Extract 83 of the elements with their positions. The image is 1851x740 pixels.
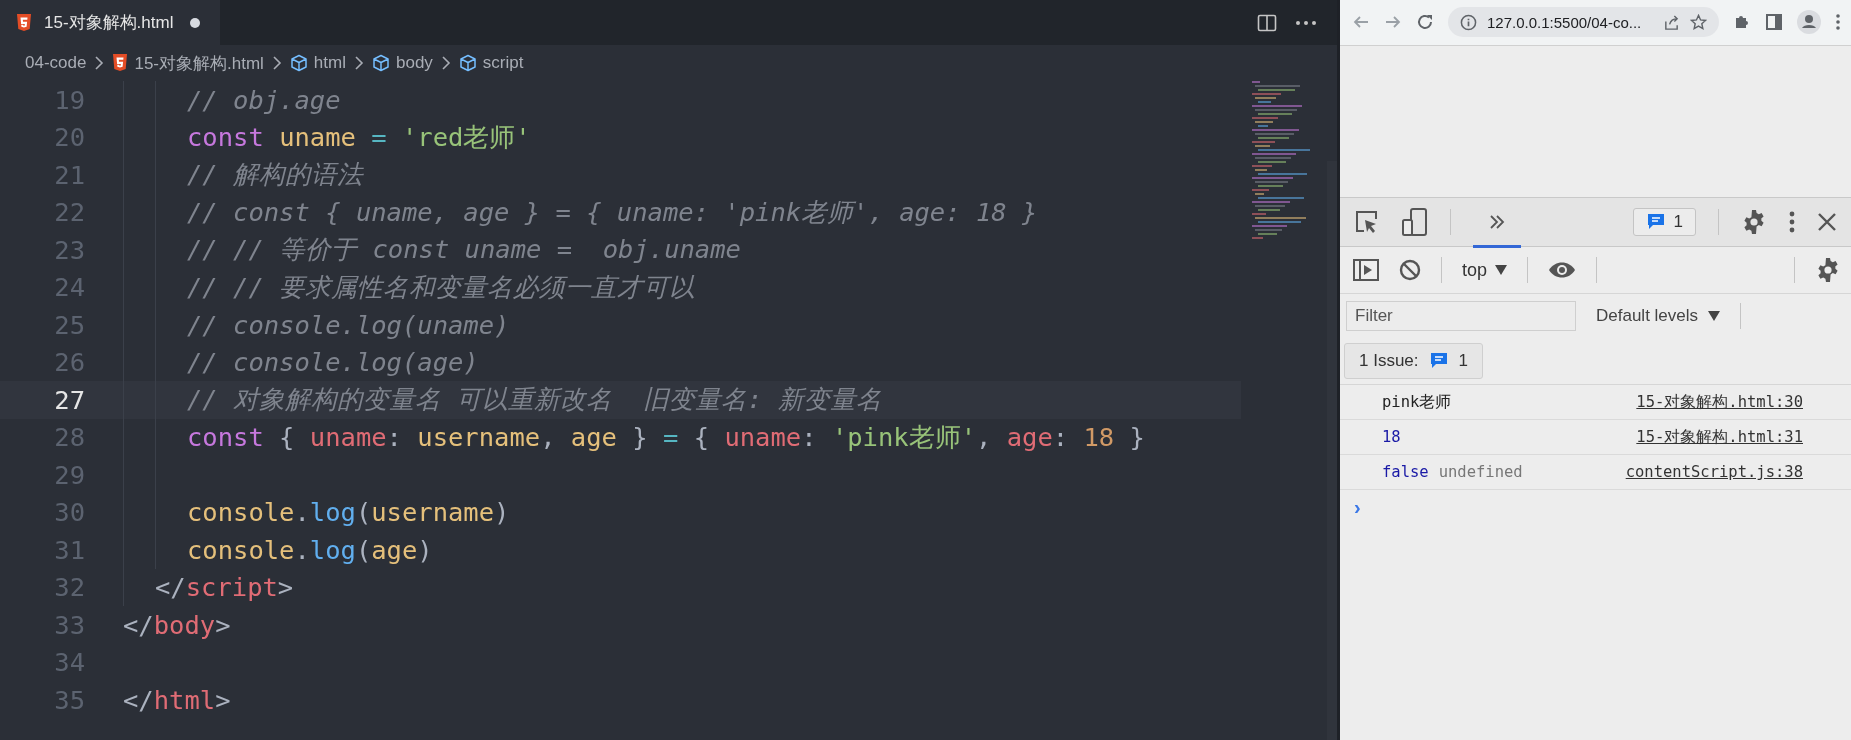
address-bar[interactable]: 127.0.0.1:5500/04-co... bbox=[1448, 7, 1719, 37]
breadcrumb-item[interactable]: 15-对象解构.html bbox=[110, 51, 266, 75]
puzzle-icon[interactable] bbox=[1733, 13, 1751, 31]
line-number: 27 bbox=[53, 384, 85, 415]
line-number: 23 bbox=[53, 234, 85, 265]
html5-icon bbox=[16, 13, 32, 32]
line-number: 32 bbox=[53, 572, 85, 603]
caret-icon bbox=[1495, 265, 1508, 275]
console-value: undefined bbox=[1438, 463, 1523, 481]
console-value: pink老师 bbox=[1382, 391, 1452, 413]
double-chevron-icon bbox=[1489, 214, 1505, 230]
code-line: console.log(age) bbox=[187, 534, 433, 565]
line-number: 35 bbox=[53, 684, 85, 715]
line-number: 24 bbox=[53, 272, 85, 303]
reload-icon[interactable] bbox=[1416, 13, 1434, 31]
close-icon[interactable] bbox=[1817, 212, 1837, 232]
chevron-icon bbox=[94, 56, 105, 70]
code-line: </script> bbox=[155, 572, 294, 603]
star-icon[interactable] bbox=[1690, 13, 1707, 31]
html5-icon bbox=[112, 54, 129, 72]
eye-icon[interactable] bbox=[1548, 261, 1577, 279]
line-number: 25 bbox=[53, 309, 85, 340]
code-line: // const { uname, age } = { uname: 'pink老师', age: 18 } bbox=[187, 195, 1038, 229]
log-levels-dropdown[interactable]: Default levels bbox=[1590, 306, 1727, 326]
code-line: // console.log(age) bbox=[187, 347, 479, 378]
code-line: // console.log(uname) bbox=[187, 309, 510, 340]
line-number: 33 bbox=[53, 609, 85, 640]
code-line: // // 要求属性名和变量名必须一直才可以 bbox=[187, 270, 696, 304]
split-editor-icon[interactable] bbox=[1257, 12, 1277, 33]
code-line: const uname = 'red老师' bbox=[187, 120, 531, 154]
line-number: 28 bbox=[53, 422, 85, 453]
code-line: console.log(username) bbox=[187, 497, 510, 528]
code-line: </html> bbox=[123, 684, 231, 715]
chevron-icon bbox=[440, 56, 451, 70]
chevron-icon bbox=[354, 56, 364, 70]
breadcrumb-item[interactable]: 04-code bbox=[23, 53, 89, 73]
context-dropdown[interactable]: top bbox=[1462, 259, 1508, 281]
side-panel-icon[interactable] bbox=[1765, 13, 1783, 31]
line-number: 22 bbox=[53, 197, 85, 228]
code-line: // 对象解构的变量名 可以重新改名 旧变量名: 新变量名 bbox=[187, 383, 882, 417]
chevron-icon bbox=[271, 56, 282, 70]
filter-field[interactable]: Filter bbox=[1346, 301, 1576, 331]
message-icon bbox=[1645, 212, 1666, 232]
code-line: const { uname: username, age } = { uname: 'pink老师', age: 18 } bbox=[187, 420, 1145, 454]
cube-icon bbox=[289, 54, 308, 72]
line-number: 19 bbox=[53, 84, 85, 115]
line-number: 29 bbox=[53, 459, 85, 490]
code-line: // 解构的语法 bbox=[187, 158, 364, 192]
line-number: 26 bbox=[53, 347, 85, 378]
console-prompt[interactable]: › bbox=[1340, 490, 1375, 525]
kebab-menu-icon[interactable] bbox=[1789, 211, 1795, 233]
line-number: 34 bbox=[53, 647, 85, 678]
line-number: 30 bbox=[53, 497, 85, 528]
breadcrumb-item[interactable]: html bbox=[287, 53, 348, 73]
line-number: 21 bbox=[53, 159, 85, 190]
editor-tab[interactable]: 15-对象解构.html bbox=[0, 0, 220, 45]
clear-console-icon[interactable] bbox=[1399, 259, 1421, 281]
cube-icon bbox=[458, 54, 477, 72]
issues-badge[interactable]: 1 bbox=[1632, 208, 1696, 236]
avatar-icon[interactable] bbox=[1797, 10, 1821, 34]
kebab-menu-icon[interactable] bbox=[1835, 13, 1841, 31]
caret-icon bbox=[1708, 311, 1721, 321]
more-icon[interactable] bbox=[1295, 19, 1317, 26]
inspect-element-icon[interactable] bbox=[1354, 209, 1380, 235]
sidebar-toggle-icon[interactable] bbox=[1353, 258, 1379, 282]
line-number: 31 bbox=[53, 534, 85, 565]
cube-icon bbox=[372, 54, 390, 72]
source-link[interactable]: 15-对象解构.html:31 bbox=[1636, 426, 1803, 448]
console-value: false bbox=[1382, 463, 1429, 481]
source-link[interactable]: contentScript.js:38 bbox=[1625, 463, 1803, 481]
code-line: // // 等价于 const uname = obj.uname bbox=[187, 233, 741, 267]
breadcrumb-item[interactable]: body bbox=[370, 53, 435, 73]
code-line: </body> bbox=[123, 609, 231, 640]
share-icon[interactable] bbox=[1663, 13, 1680, 31]
device-toolbar-icon[interactable] bbox=[1402, 208, 1428, 236]
message-icon bbox=[1428, 351, 1449, 371]
info-icon bbox=[1460, 13, 1477, 31]
breadcrumb-item[interactable]: script bbox=[456, 53, 526, 73]
line-number: 20 bbox=[53, 122, 85, 153]
code-line: // obj.age bbox=[187, 84, 341, 115]
source-link[interactable]: 15-对象解构.html:30 bbox=[1636, 391, 1803, 413]
console-value: 18 bbox=[1382, 428, 1401, 446]
issues-button[interactable]: 1 Issue: 1 bbox=[1344, 343, 1483, 379]
